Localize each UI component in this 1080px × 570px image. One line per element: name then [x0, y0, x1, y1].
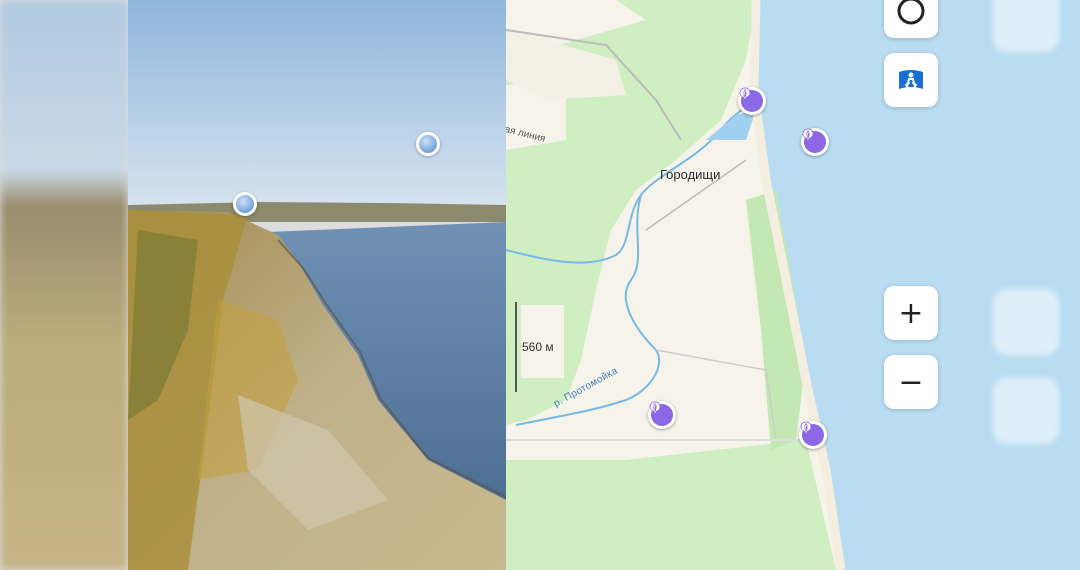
poi-marker-2[interactable]: [801, 128, 829, 156]
panorama-person-icon: [899, 70, 923, 89]
balloon-icon: [802, 128, 826, 153]
minus-icon: −: [898, 364, 924, 400]
panorama-photo-scene: [128, 0, 506, 570]
compass-button[interactable]: [884, 0, 938, 38]
poi-marker-3[interactable]: [648, 401, 676, 429]
photo-pin-2[interactable]: [416, 132, 440, 156]
photo-pin-1[interactable]: [233, 192, 257, 216]
balloon-icon: [236, 195, 254, 213]
village-label[interactable]: Городищи: [660, 167, 720, 182]
blurred-photo-edge: [0, 0, 128, 570]
balloon-icon: [419, 135, 437, 153]
poi-marker-1[interactable]: [738, 87, 766, 115]
poi-marker-4[interactable]: [799, 421, 827, 449]
ghost-zoom-out-button: [993, 378, 1059, 444]
balloon-icon: [800, 421, 824, 446]
panorama-photo[interactable]: [128, 0, 506, 570]
zoom-out-button[interactable]: −: [884, 355, 938, 409]
blurred-water-edge: [960, 0, 1080, 570]
ghost-panorama-button: [993, 0, 1059, 52]
panorama-button[interactable]: [884, 53, 938, 107]
balloon-icon: [649, 401, 673, 426]
scale-bar: [515, 302, 517, 392]
scale-label: 560 м: [522, 340, 554, 354]
balloon-icon: [739, 87, 763, 112]
ghost-zoom-in-button: [993, 289, 1059, 355]
compass-ring-icon: [897, 0, 925, 25]
plus-icon: +: [898, 295, 924, 331]
zoom-in-button[interactable]: +: [884, 286, 938, 340]
